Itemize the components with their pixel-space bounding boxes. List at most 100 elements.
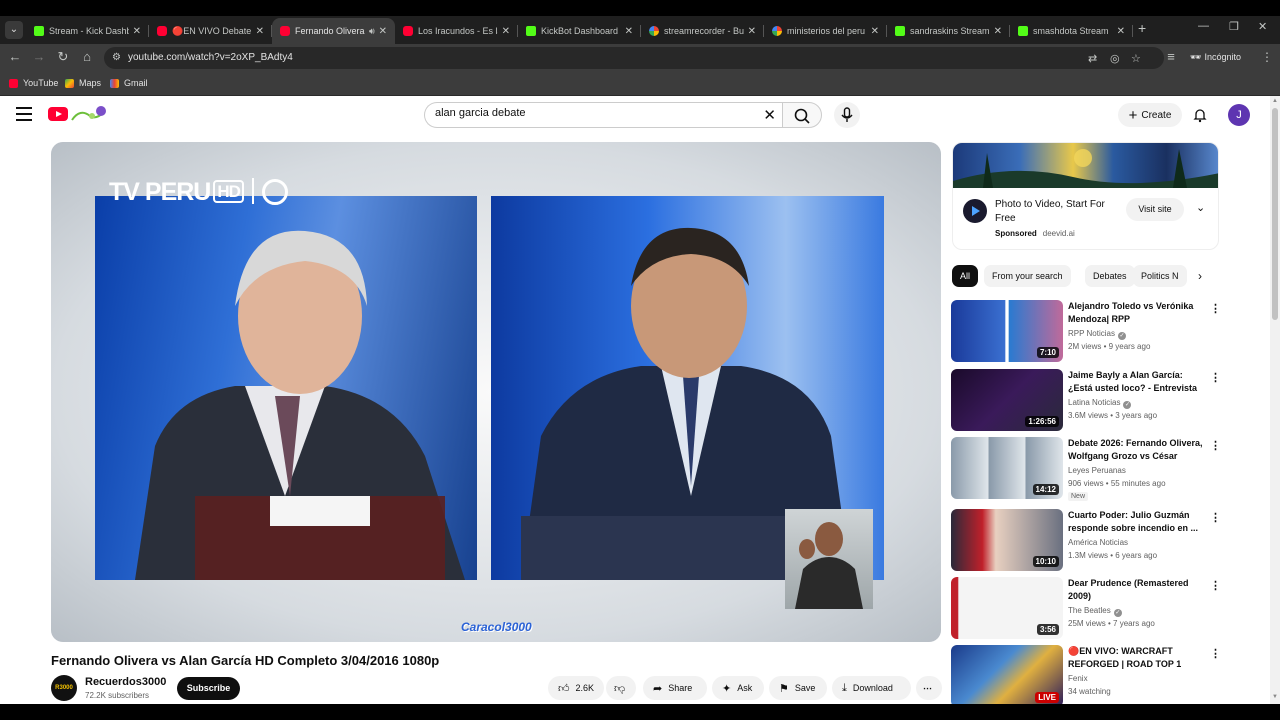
more-actions-button[interactable]: ⋯ <box>916 676 942 700</box>
eye-off-icon[interactable]: ◎ <box>1110 52 1120 65</box>
recommendation-title[interactable]: 🔴EN VIVO: WARCRAFT REFORGED | ROAD TOP 1 <box>1068 645 1203 671</box>
channel-name[interactable]: Recuerdos3000 <box>85 676 166 688</box>
browser-tab[interactable]: Stream - Kick Dashbo ✕ <box>26 18 149 44</box>
chip-from-your-search[interactable]: From your search <box>984 265 1071 287</box>
scrollbar-thumb[interactable] <box>1272 108 1278 320</box>
minimize-icon[interactable]: — <box>1198 20 1209 32</box>
video-thumbnail[interactable]: 14:12 <box>951 437 1063 499</box>
restore-icon[interactable]: ❐ <box>1229 20 1239 33</box>
address-bar[interactable]: ⚙ youtube.com/watch?v=2oXP_BAdty4 ⇄ ◎ ☆ <box>104 47 1164 69</box>
recommendation-title[interactable]: Alejandro Toledo vs Verónika Mendoza| RP… <box>1068 300 1203 326</box>
recommendation-channel[interactable]: Latina Noticias ✓ <box>1068 398 1132 409</box>
more-vertical-icon[interactable]: ⋮ <box>1210 511 1221 524</box>
scroll-down-icon[interactable]: ▼ <box>1272 694 1278 700</box>
speaker-icon[interactable]: 🔊︎ <box>369 26 375 37</box>
browser-tab[interactable]: ministerios del peru ✕ <box>764 18 887 44</box>
ask-button[interactable]: ✦ Ask <box>712 676 764 700</box>
browser-menu-icon[interactable]: ⋮ <box>1261 50 1273 64</box>
translate-icon[interactable]: ⇄ <box>1088 52 1097 65</box>
recommendation-channel[interactable]: Leyes Peruanas <box>1068 466 1126 475</box>
more-vertical-icon[interactable]: ⋮ <box>1210 439 1221 452</box>
browser-tab[interactable]: sandraskins Stream ✕ <box>887 18 1010 44</box>
more-vertical-icon[interactable]: ⋮ <box>1210 579 1221 592</box>
browser-tab[interactable]: Los Iracundos - Es la ✕ <box>395 18 518 44</box>
recommendation-item[interactable]: 1:26:56 Jaime Bayly a Alan García: ¿Está… <box>951 369 1221 431</box>
video-player[interactable]: TV PERU HD Caracol3000 <box>51 142 941 642</box>
download-button[interactable]: ⤓ Download <box>832 676 911 700</box>
bookmark-youtube[interactable]: YouTube <box>9 78 58 88</box>
search-box[interactable]: ✕ <box>424 102 784 128</box>
subscribe-button[interactable]: Subscribe <box>177 677 240 700</box>
ad-banner-image[interactable] <box>953 143 1218 188</box>
ad-title[interactable]: Photo to Video, Start For Free <box>995 198 1125 226</box>
video-thumbnail[interactable]: 1:26:56 <box>951 369 1063 431</box>
back-icon[interactable]: ← <box>6 49 24 64</box>
scroll-up-icon[interactable]: ▲ <box>1272 98 1278 104</box>
recommendation-channel[interactable]: The Beatles ✓ <box>1068 606 1122 617</box>
video-thumbnail[interactable]: 10:10 <box>951 509 1063 571</box>
voice-search-button[interactable] <box>834 102 860 128</box>
reload-icon[interactable]: ↻ <box>54 49 72 65</box>
forward-icon[interactable]: → <box>30 49 48 64</box>
recommendation-item[interactable]: 14:12 Debate 2026: Fernando Olivera, Wol… <box>951 437 1221 501</box>
save-button[interactable]: ⚑ Save <box>769 676 827 700</box>
account-avatar[interactable]: J <box>1228 104 1250 126</box>
visit-site-button[interactable]: Visit site <box>1126 198 1184 221</box>
youtube-logo[interactable] <box>48 107 68 121</box>
media-queue-icon[interactable]: ≡ <box>1162 49 1180 64</box>
clear-search-icon[interactable]: ✕ <box>763 106 776 124</box>
doodle-logo-icon[interactable] <box>70 104 108 124</box>
video-thumbnail[interactable]: 3:56 <box>951 577 1063 639</box>
site-info-icon[interactable]: ⚙ <box>112 52 121 63</box>
new-tab-button[interactable]: + <box>1138 20 1146 36</box>
create-button[interactable]: + Create <box>1118 103 1182 127</box>
channel-avatar[interactable]: R3000 <box>51 675 77 701</box>
recommendation-item[interactable]: 7:10 Alejandro Toledo vs Verónika Mendoz… <box>951 300 1221 362</box>
browser-tab[interactable]: 🔴EN VIVO Debate p ✕ <box>149 18 272 44</box>
recommendation-title[interactable]: Cuarto Poder: Julio Guzmán responde sobr… <box>1068 509 1203 535</box>
incognito-indicator[interactable]: 🕶︎ Incógnito <box>1190 52 1241 63</box>
notifications-bell-icon[interactable] <box>1192 107 1208 123</box>
chip-debates[interactable]: Debates <box>1085 265 1135 287</box>
recommendation-item[interactable]: 10:10 Cuarto Poder: Julio Guzmán respond… <box>951 509 1221 571</box>
close-tab-icon[interactable]: ✕ <box>994 26 1002 37</box>
search-button[interactable] <box>782 102 822 128</box>
recommendation-title[interactable]: Dear Prudence (Remastered 2009) <box>1068 577 1203 603</box>
dislike-button[interactable]: 👎︎ <box>606 676 636 700</box>
bookmark-maps[interactable]: Maps <box>65 78 101 88</box>
more-vertical-icon[interactable]: ⋮ <box>1210 302 1221 315</box>
sponsored-ad-card[interactable]: Photo to Video, Start For Free Sponsored… <box>952 142 1219 250</box>
video-thumbnail[interactable]: LIVE <box>951 645 1063 707</box>
share-button[interactable]: ➦ Share <box>643 676 707 700</box>
more-vertical-icon[interactable]: ⋮ <box>1210 371 1221 384</box>
close-window-icon[interactable]: ✕ <box>1258 20 1267 33</box>
close-tab-icon[interactable]: ✕ <box>1117 26 1125 37</box>
home-icon[interactable]: ⌂ <box>78 49 96 64</box>
recommendation-title[interactable]: Jaime Bayly a Alan García: ¿Está usted l… <box>1068 369 1203 395</box>
video-thumbnail[interactable]: 7:10 <box>951 300 1063 362</box>
close-tab-icon[interactable]: ✕ <box>133 26 141 37</box>
bookmark-gmail[interactable]: Gmail <box>110 78 148 88</box>
like-button[interactable]: 👍︎ 2.6K <box>548 676 604 700</box>
hamburger-menu-icon[interactable] <box>16 107 32 121</box>
close-tab-icon[interactable]: ✕ <box>748 26 756 37</box>
search-input[interactable] <box>435 107 735 119</box>
chevron-right-icon[interactable]: › <box>1198 269 1202 283</box>
close-tab-icon[interactable]: ✕ <box>256 26 264 37</box>
browser-tab[interactable]: smashdota Stream ✕ <box>1010 18 1133 44</box>
browser-tab[interactable]: streamrecorder - Bus ✕ <box>641 18 764 44</box>
tab-search-icon[interactable]: ⌄ <box>5 21 23 39</box>
browser-tab[interactable]: KickBot Dashboard ✕ <box>518 18 641 44</box>
url-text[interactable]: youtube.com/watch?v=2oXP_BAdty4 <box>128 52 293 63</box>
bookmark-star-icon[interactable]: ☆ <box>1131 52 1141 65</box>
close-tab-icon[interactable]: ✕ <box>871 26 879 37</box>
recommendation-channel[interactable]: Fenix <box>1068 674 1088 683</box>
recommendation-item[interactable]: 3:56 Dear Prudence (Remastered 2009) The… <box>951 577 1221 639</box>
page-scrollbar[interactable]: ▲ ▼ <box>1270 96 1280 704</box>
recommendation-channel[interactable]: América Noticias <box>1068 538 1128 547</box>
browser-tab-active[interactable]: Fernando Olivera 🔊︎ ✕ <box>272 18 395 44</box>
close-tab-icon[interactable]: ✕ <box>502 26 510 37</box>
recommendation-channel[interactable]: RPP Noticias ✓ <box>1068 329 1126 340</box>
chip-all[interactable]: All <box>952 265 979 287</box>
recommendation-title[interactable]: Debate 2026: Fernando Olivera, Wolfgang … <box>1068 437 1203 463</box>
